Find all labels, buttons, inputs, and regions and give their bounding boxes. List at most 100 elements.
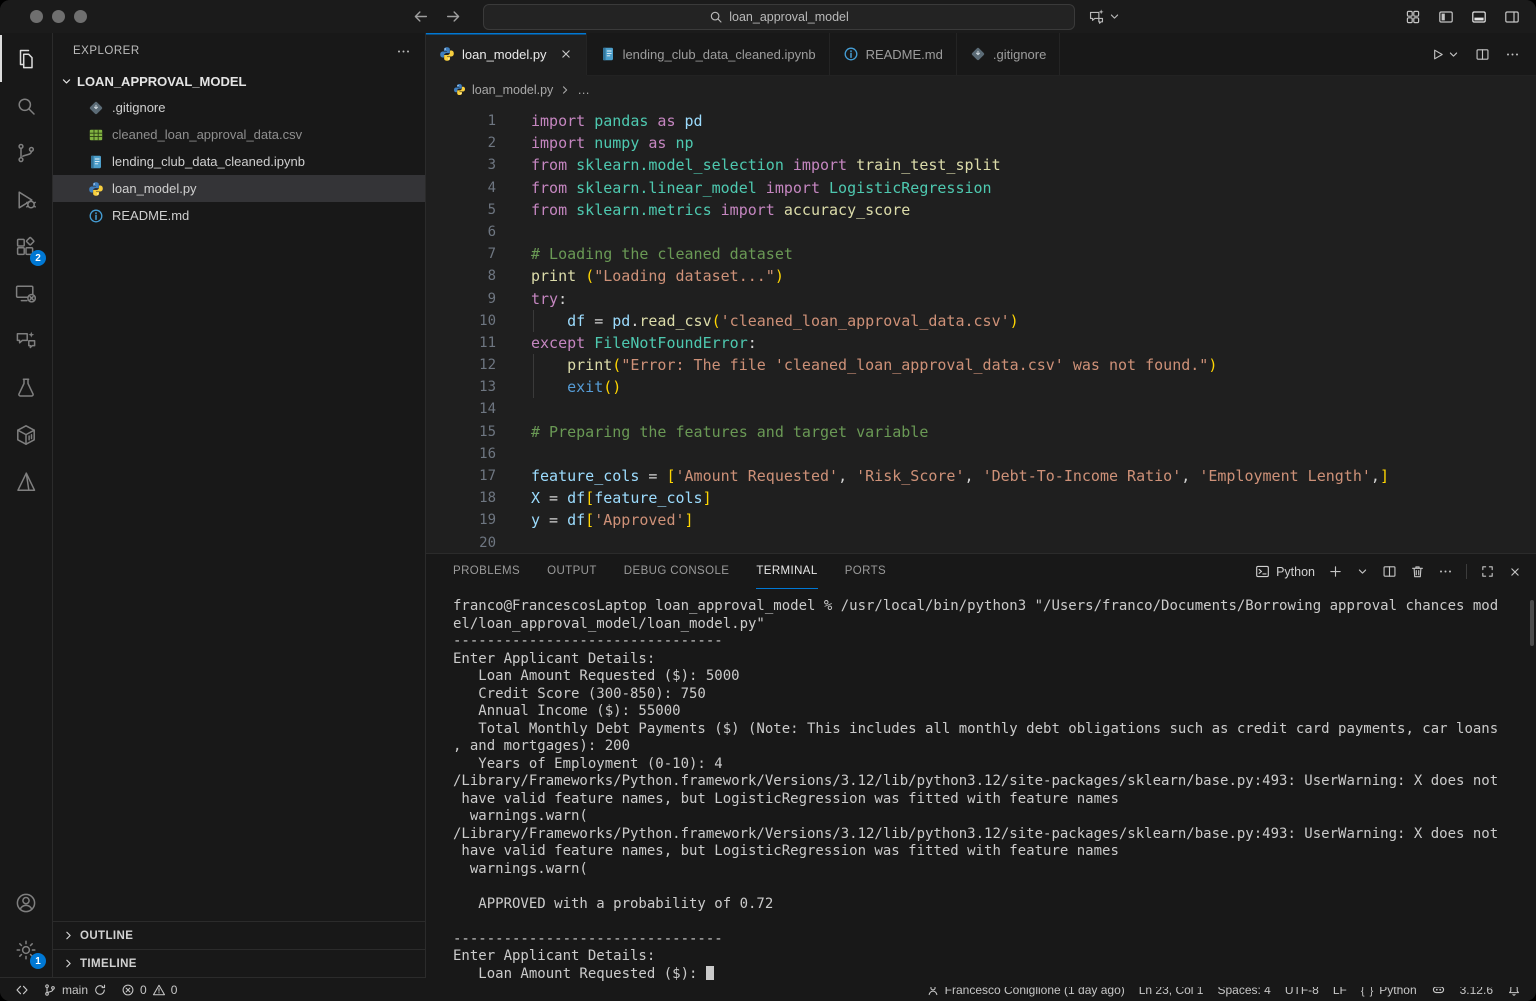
new-terminal-icon[interactable] [1328,564,1343,579]
split-editor-icon[interactable] [1475,47,1490,62]
code-line-3[interactable]: 3from sklearn.model_selection import tra… [426,154,1536,176]
folder-root[interactable]: LOAN_APPROVAL_MODEL [53,69,425,94]
code-editor[interactable]: 1import pandas as pd2import numpy as np3… [426,103,1536,553]
close-window-icon[interactable] [30,10,43,23]
code-line-2[interactable]: 2import numpy as np [426,132,1536,154]
code-line-6[interactable]: 6 [426,221,1536,243]
python-icon [453,83,466,96]
more-actions-icon[interactable] [1438,564,1453,579]
forward-icon[interactable] [445,8,462,25]
code-line-4[interactable]: 4from sklearn.linear_model import Logist… [426,177,1536,199]
activity-settings[interactable]: 1 [0,926,52,973]
code-line-10[interactable]: 10 df = pd.read_csv('cleaned_loan_approv… [426,310,1536,332]
line-number: 19 [426,509,518,531]
code-line-12[interactable]: 12 print("Error: The file 'cleaned_loan_… [426,354,1536,376]
tab--gitignore[interactable]: .gitignore [957,33,1060,75]
code-line-11[interactable]: 11except FileNotFoundError: [426,332,1536,354]
code-line-8[interactable]: 8print ("Loading dataset...") [426,265,1536,287]
chevron-down-icon[interactable] [1108,10,1121,23]
tab-loan-model-py[interactable]: loan_model.py [426,33,587,75]
activity-search[interactable] [0,82,52,129]
terminal-line: Annual Income ($): 55000 [453,703,1528,721]
breadcrumb-more[interactable]: … [577,83,590,97]
code-line-1[interactable]: 1import pandas as pd [426,110,1536,132]
code-line-9[interactable]: 9try: [426,288,1536,310]
code-line-18[interactable]: 18X = df[feature_cols] [426,487,1536,509]
run-python-file[interactable] [1430,47,1460,62]
code-line-15[interactable]: 15# Preparing the features and target va… [426,421,1536,443]
line-number: 9 [426,288,518,310]
file-item-lending-club-data-cleaned-ipynb[interactable]: lending_club_data_cleaned.ipynb [53,148,425,175]
panel-tab-terminal[interactable]: TERMINAL [756,554,817,589]
tab-README-md[interactable]: README.md [830,33,957,75]
zoom-window-icon[interactable] [74,10,87,23]
minimize-window-icon[interactable] [52,10,65,23]
toggle-primary-sidebar-icon[interactable] [1438,9,1454,25]
activity-source-control[interactable] [0,129,52,176]
traffic-lights[interactable] [30,10,87,23]
search-value: loan_approval_model [729,10,849,24]
chevron-down-icon[interactable] [1447,48,1460,61]
code-line-16[interactable]: 16 [426,443,1536,465]
code-line-5[interactable]: 5from sklearn.metrics import accuracy_sc… [426,199,1536,221]
activity-prisma[interactable] [0,458,52,505]
activity-extensions[interactable]: 2 [0,223,52,270]
status-branch-status[interactable]: main [36,978,114,1001]
line-number: 4 [426,177,518,199]
back-icon[interactable] [412,8,429,25]
file-item--gitignore[interactable]: .gitignore [53,94,425,121]
activity-testing[interactable] [0,364,52,411]
terminal-output[interactable]: franco@FrancescosLaptop loan_approval_mo… [426,589,1536,987]
file-item-cleaned-loan-approval-data-csv[interactable]: cleaned_loan_approval_data.csv [53,121,425,148]
activity-explorer[interactable] [0,35,52,82]
close-panel-icon[interactable] [1508,565,1522,579]
code-line-20[interactable]: 20 [426,532,1536,553]
command-center-search[interactable]: loan_approval_model [483,4,1075,30]
file-item-loan-model-py[interactable]: loan_model.py [53,175,425,202]
code-line-17[interactable]: 17feature_cols = ['Amount Requested', 'R… [426,465,1536,487]
file-item-README-md[interactable]: README.md [53,202,425,229]
run-icon[interactable] [1430,47,1445,62]
activity-run-and-debug[interactable] [0,176,52,223]
toggle-secondary-sidebar-icon[interactable] [1504,9,1520,25]
code-line-7[interactable]: 7# Loading the cleaned dataset [426,243,1536,265]
activity-accounts[interactable] [0,879,52,926]
customize-layout-icon[interactable] [1405,9,1421,25]
panel-tab-ports[interactable]: PORTS [845,554,886,589]
tab-lending-club-data-cleaned-ipynb[interactable]: lending_club_data_cleaned.ipynb [587,33,830,75]
panel-tab-problems[interactable]: PROBLEMS [453,554,520,589]
activity-remote-explorer[interactable] [0,270,52,317]
status-problems[interactable]: 00 [114,978,184,1001]
errors-icon [121,983,135,997]
status-label: main [62,983,88,997]
split-terminal-icon[interactable] [1382,564,1397,579]
section-timeline[interactable]: TIMELINE [53,949,425,977]
more-actions-icon[interactable] [1505,47,1520,62]
terminal-shell[interactable]: Python [1255,564,1315,579]
code-line-14[interactable]: 14 [426,398,1536,420]
tab-label: README.md [866,47,943,62]
copilot-chat-icon[interactable] [1088,8,1105,25]
breadcrumb[interactable]: loan_model.py … [426,76,1536,103]
kill-terminal-icon[interactable] [1410,564,1425,579]
copilot-menu[interactable] [1088,8,1121,25]
terminal-line: , and mortgages): 200 [453,738,1528,756]
close-icon[interactable] [559,47,573,61]
code-line-19[interactable]: 19y = df['Approved'] [426,509,1536,531]
panel-tab-output[interactable]: OUTPUT [547,554,597,589]
terminal-scrollbar[interactable] [1530,600,1534,646]
more-actions-icon[interactable] [396,44,411,59]
panel-tab-debug-console[interactable]: DEBUG CONSOLE [624,554,730,589]
activity-containers[interactable] [0,411,52,458]
maximize-panel-icon[interactable] [1480,564,1495,579]
line-number: 11 [426,332,518,354]
file-label: loan_model.py [112,181,197,196]
toggle-panel-icon[interactable] [1471,9,1487,25]
activity-chat[interactable] [0,317,52,364]
section-outline[interactable]: OUTLINE [53,921,425,949]
code-line-13[interactable]: 13 exit() [426,376,1536,398]
terminal-line: Enter Applicant Details: [453,651,1528,669]
status-remote-indicator[interactable] [8,978,36,1001]
breadcrumb-file[interactable]: loan_model.py [472,83,553,97]
chevron-down-icon[interactable] [1356,565,1369,578]
